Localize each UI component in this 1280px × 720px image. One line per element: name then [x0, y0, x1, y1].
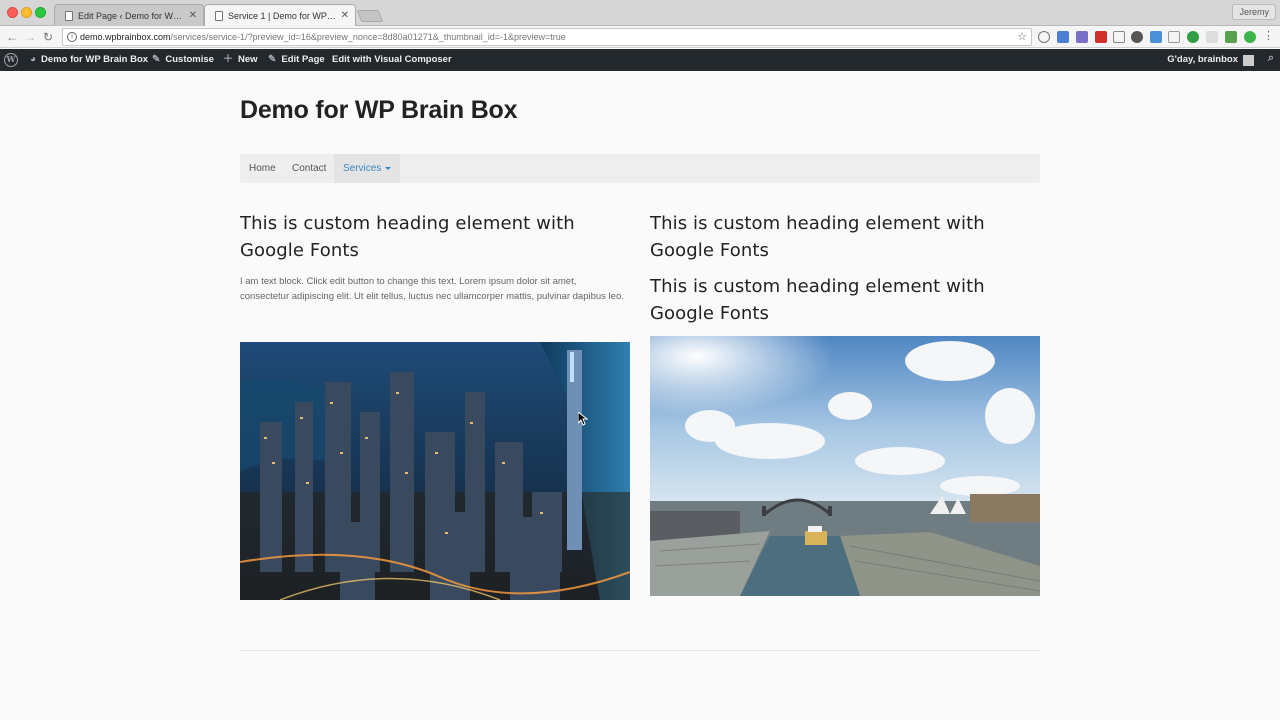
harbour-image [650, 336, 1040, 596]
admin-bar-greeting: G'day, brainbox [1167, 54, 1238, 65]
extension-icon[interactable] [1131, 31, 1143, 43]
admin-bar-new[interactable]: ＋ New [223, 49, 258, 71]
nav-item-services[interactable]: Services [334, 154, 401, 183]
extension-icon[interactable] [1206, 31, 1218, 43]
extension-icon[interactable] [1038, 31, 1050, 43]
back-arrow-icon[interactable]: ← [4, 29, 20, 45]
forward-arrow-icon[interactable]: → [22, 29, 38, 45]
caret-down-icon [385, 166, 392, 170]
city-night-image [240, 342, 630, 600]
extension-icon[interactable] [1187, 31, 1199, 43]
admin-bar-new-label: New [238, 54, 258, 65]
plus-icon: ＋ [223, 54, 233, 65]
search-icon[interactable]: ⌕ [1268, 52, 1274, 65]
extension-icon[interactable] [1244, 31, 1256, 43]
site-navigation: Home Contact Services [240, 154, 1040, 183]
admin-bar-account[interactable]: G'day, brainbox [1167, 49, 1254, 71]
maximize-window-button[interactable] [35, 7, 46, 18]
admin-bar-site-label: Demo for WP Brain Box [41, 54, 149, 65]
footer-divider [240, 650, 1040, 651]
extension-icon[interactable] [1057, 31, 1069, 43]
text-block: I am text block. Click edit button to ch… [240, 276, 624, 302]
harbour-illustration [650, 336, 1040, 596]
custom-heading-right-1: This is custom heading element with Goog… [650, 213, 985, 261]
extension-icon[interactable] [1113, 31, 1125, 43]
extension-icon[interactable] [1076, 31, 1088, 43]
extension-icon[interactable] [1095, 31, 1107, 43]
brush-icon: ✎ [152, 54, 161, 65]
admin-bar-site-name[interactable]: ◕ Demo for WP Brain Box [30, 49, 148, 71]
url-host: demo.wpbrainbox.com [80, 32, 171, 42]
city-night-illustration [240, 342, 630, 600]
profile-button[interactable]: Jeremy [1232, 4, 1276, 20]
nav-item-services-label: Services [343, 163, 382, 174]
browser-tab-service-1[interactable]: Service 1 | Demo for WP Brain Box ✕ [204, 4, 356, 26]
browser-menu-icon[interactable]: ⋮ [1263, 29, 1274, 42]
admin-bar-visual-composer[interactable]: Edit with Visual Composer [332, 49, 452, 71]
address-bar[interactable]: i demo.wpbrainbox.com/services/service-1… [62, 28, 1032, 46]
extension-icon[interactable] [1225, 31, 1237, 43]
dashboard-icon: ◕ [30, 54, 37, 65]
nav-item-contact[interactable]: Contact [283, 154, 335, 183]
admin-bar-visual-composer-label: Edit with Visual Composer [332, 54, 452, 65]
extension-icon[interactable] [1150, 31, 1162, 43]
info-icon[interactable]: i [67, 32, 77, 42]
admin-bar-edit-page-label: Edit Page [281, 54, 325, 65]
site-title[interactable]: Demo for WP Brain Box [240, 96, 518, 125]
browser-toolbar: ← → ↻ i demo.wpbrainbox.com/services/ser… [0, 26, 1280, 48]
page-icon [65, 10, 73, 21]
tab-title: Service 1 | Demo for WP Brain Box [228, 10, 337, 21]
admin-bar-customise[interactable]: ✎ Customise [152, 49, 214, 71]
nav-item-home[interactable]: Home [240, 154, 285, 183]
new-tab-button[interactable] [356, 10, 384, 22]
admin-bar-edit-page[interactable]: ✎ Edit Page [268, 49, 325, 71]
admin-bar-customise-label: Customise [165, 54, 214, 65]
bookmark-star-icon[interactable]: ☆ [1017, 29, 1027, 45]
avatar [1243, 54, 1254, 66]
browser-tab-bar: Edit Page ‹ Demo for WP Brain Box — Word… [0, 0, 1280, 26]
custom-heading-left: This is custom heading element with Goog… [240, 213, 575, 261]
wp-admin-bar: W ◕ Demo for WP Brain Box ✎ Customise ＋ … [0, 49, 1280, 71]
tab-title: Edit Page ‹ Demo for WP Brain Box — Word… [78, 10, 185, 21]
reload-icon[interactable]: ↻ [40, 29, 56, 45]
close-icon[interactable]: ✕ [341, 10, 349, 21]
url-path: /services/service-1/?preview_id=16&previ… [170, 32, 566, 42]
close-icon[interactable]: ✕ [189, 10, 197, 21]
minimize-window-button[interactable] [21, 7, 32, 18]
browser-tab-edit-page[interactable]: Edit Page ‹ Demo for WP Brain Box — Word… [54, 4, 204, 26]
extension-icon[interactable] [1168, 31, 1180, 43]
mouse-cursor-icon [577, 410, 589, 431]
wordpress-logo-icon[interactable]: W [4, 53, 18, 67]
page-icon [215, 10, 223, 21]
custom-heading-right-2: This is custom heading element with Goog… [650, 276, 985, 324]
pencil-icon: ✎ [268, 54, 277, 65]
close-window-button[interactable] [7, 7, 18, 18]
